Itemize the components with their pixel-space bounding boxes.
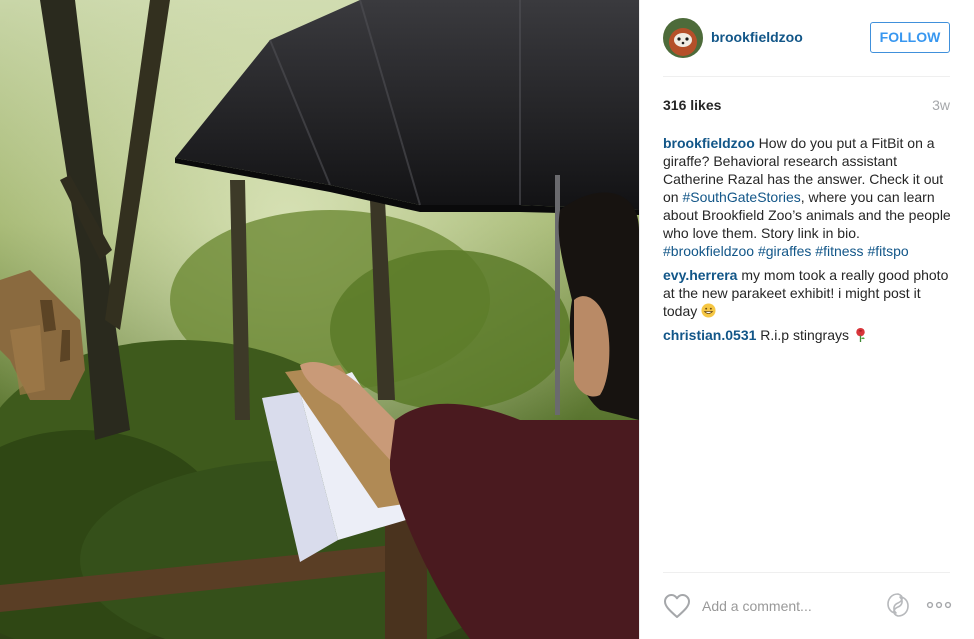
likes-count[interactable]: 316 likes [663,97,721,113]
more-options-icon[interactable] [925,593,953,617]
post-sidebar: brookfieldzoo FOLLOW 316 likes 3w brookf… [639,0,974,639]
instagram-post: brookfieldzoo FOLLOW 316 likes 3w brookf… [0,0,974,639]
photo-umbrella-woman-giraffes [0,0,639,639]
comment-input[interactable] [702,595,872,617]
hashtag-fitspo[interactable]: #fitspo [867,243,908,259]
heart-outline-icon[interactable] [663,593,691,619]
comment-item: evy.herrera my mom took a really good ph… [663,266,953,320]
hashtag-southgatestories[interactable]: #SouthGateStories [682,189,800,205]
post-footer [640,573,974,639]
post-photo[interactable] [0,0,639,639]
comment-item: christian.0531 R.i.p stingrays [663,326,953,344]
comment-list: brookfieldzoo How do you put a FitBit on… [663,134,953,350]
post-header: brookfieldzoo FOLLOW [640,0,974,76]
comment-username[interactable]: evy.herrera [663,267,737,283]
comment-username[interactable]: christian.0531 [663,327,756,343]
header-divider [663,76,950,77]
hashtag-giraffes[interactable]: #giraffes [758,243,811,259]
comment-text: R.i.p stingrays [756,327,853,343]
hashtag-fitness[interactable]: #fitness [815,243,863,259]
follow-button[interactable]: FOLLOW [870,22,950,53]
red-panda-avatar-icon[interactable] [663,18,703,58]
caption: brookfieldzoo How do you put a FitBit on… [663,134,953,260]
swirl-icon[interactable] [885,592,911,618]
hashtag-brookfieldzoo[interactable]: #brookfieldzoo [663,243,754,259]
grinning-face-emoji [701,303,716,318]
post-stats: 316 likes 3w [663,97,950,115]
rose-emoji [856,327,865,342]
caption-username[interactable]: brookfieldzoo [663,135,755,151]
account-username[interactable]: brookfieldzoo [711,29,803,45]
post-age[interactable]: 3w [932,97,950,113]
